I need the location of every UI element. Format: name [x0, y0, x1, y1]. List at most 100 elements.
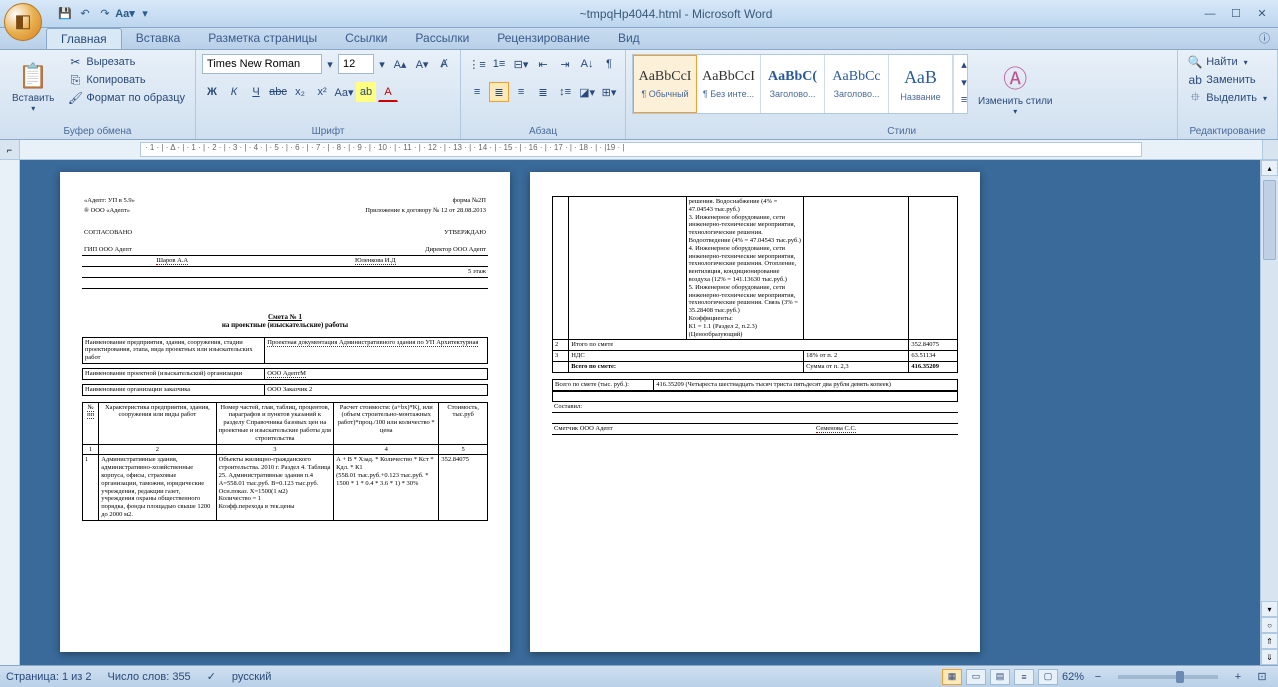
align-left-button[interactable]: ≡ [467, 82, 487, 102]
change-case-button[interactable]: Aa▾ [334, 82, 354, 102]
select-button[interactable]: ⯐Выделить▾ [1184, 90, 1271, 106]
zoom-slider-thumb[interactable] [1176, 671, 1184, 683]
minimize-button[interactable]: — [1198, 5, 1222, 23]
tab-review[interactable]: Рецензирование [483, 28, 604, 49]
document-page-1: «Адепт: УП в 5.9»форма №2П ® ООО «Адепт»… [60, 172, 510, 652]
superscript-button[interactable]: x² [312, 82, 332, 102]
status-language[interactable]: русский [232, 671, 271, 683]
zoom-fit-icon[interactable]: ⊡ [1252, 667, 1272, 687]
paste-button[interactable]: 📋 Вставить ▾ [6, 54, 60, 120]
close-button[interactable]: ✕ [1250, 5, 1274, 23]
shrink-font-icon[interactable]: A▾ [412, 54, 432, 74]
style-heading2[interactable]: AaBbCcЗаголово... [825, 55, 889, 113]
gallery-more-icon[interactable]: ≡ [954, 91, 974, 109]
italic-button[interactable]: К [224, 82, 244, 102]
tab-mailings[interactable]: Рассылки [401, 28, 483, 49]
browse-object-icon[interactable]: ○ [1261, 617, 1278, 633]
copy-button[interactable]: ⎘Копировать [64, 72, 189, 88]
tab-layout[interactable]: Разметка страницы [194, 28, 331, 49]
replace-button[interactable]: abЗаменить [1184, 72, 1271, 88]
vertical-ruler[interactable] [0, 160, 20, 665]
next-page-icon[interactable]: ⇓ [1261, 649, 1278, 665]
zoom-level[interactable]: 62% [1062, 671, 1084, 683]
style-title[interactable]: АаВНазвание [889, 55, 953, 113]
gallery-down-icon[interactable]: ▾ [954, 73, 974, 91]
font-name-input[interactable] [202, 54, 322, 74]
align-center-button[interactable]: ≣ [489, 82, 509, 102]
shading-button[interactable]: ◪▾ [577, 82, 597, 102]
highlight-button[interactable]: ab [356, 82, 376, 102]
zoom-slider[interactable] [1118, 675, 1218, 679]
ruler-tab-selector[interactable]: ⌐ [0, 140, 20, 159]
group-editing-label: Редактирование [1184, 124, 1271, 137]
zoom-in-button[interactable]: + [1228, 667, 1248, 687]
scroll-down-icon[interactable]: ▾ [1261, 601, 1278, 617]
change-styles-button[interactable]: Ⓐ Изменить стили ▾ [972, 54, 1058, 120]
zoom-out-button[interactable]: − [1088, 667, 1108, 687]
qat-more-icon[interactable]: ▾ [136, 5, 154, 23]
undo-icon[interactable]: ↶ [76, 5, 94, 23]
strike-button[interactable]: abc [268, 82, 288, 102]
status-words[interactable]: Число слов: 355 [108, 671, 191, 683]
sort-button[interactable]: A↓ [577, 54, 597, 74]
view-print-layout[interactable]: ▦ [942, 669, 962, 685]
tab-references[interactable]: Ссылки [331, 28, 401, 49]
redo-icon[interactable]: ↷ [96, 5, 114, 23]
indent-dec-button[interactable]: ⇤ [533, 54, 553, 74]
group-font-label: Шрифт [202, 124, 454, 137]
style-nospacing[interactable]: AaBbCcI¶ Без инте... [697, 55, 761, 113]
ruler-toggle[interactable] [1262, 140, 1278, 159]
office-button[interactable]: ◧ [4, 3, 42, 41]
replace-icon: ab [1188, 73, 1202, 87]
status-page[interactable]: Страница: 1 из 2 [6, 671, 92, 683]
format-painter-button[interactable]: 🖌Формат по образцу [64, 90, 189, 106]
change-styles-icon: Ⓐ [1003, 59, 1027, 94]
scroll-thumb[interactable] [1263, 180, 1276, 260]
view-outline[interactable]: ≡ [1014, 669, 1034, 685]
view-full-reading[interactable]: ▭ [966, 669, 986, 685]
view-draft[interactable]: ▢ [1038, 669, 1058, 685]
window-title: ~tmpqHp4044.html - Microsoft Word [154, 7, 1198, 21]
paste-icon: 📋 [18, 62, 48, 91]
font-color-button[interactable]: A [378, 82, 398, 102]
status-proof-icon[interactable]: ✓ [207, 670, 216, 683]
maximize-button[interactable]: ☐ [1224, 5, 1248, 23]
horizontal-ruler[interactable]: · 1 · | · Δ · | · 1 · | · 2 · | · 3 · | … [140, 142, 1142, 157]
style-gallery[interactable]: AaBbCcI¶ Обычный AaBbCcI¶ Без инте... Aa… [632, 54, 968, 114]
subscript-button[interactable]: x₂ [290, 82, 310, 102]
help-icon[interactable]: ⓘ [1251, 28, 1278, 49]
gallery-up-icon[interactable]: ▴ [954, 55, 974, 73]
group-clipboard-label: Буфер обмена [6, 124, 189, 137]
prev-page-icon[interactable]: ⇑ [1261, 633, 1278, 649]
numbering-button[interactable]: 1≡ [489, 54, 509, 74]
show-marks-button[interactable]: ¶ [599, 54, 619, 74]
grow-font-icon[interactable]: A▴ [390, 54, 410, 74]
save-icon[interactable]: 💾 [56, 5, 74, 23]
underline-button[interactable]: Ч [246, 82, 266, 102]
clear-format-icon[interactable]: Ⱥ [434, 54, 454, 74]
justify-button[interactable]: ≣ [533, 82, 553, 102]
tab-view[interactable]: Вид [604, 28, 654, 49]
document-page-2: решения. Водоснабжение (4% = 47.04543 ты… [530, 172, 980, 652]
cut-button[interactable]: ✂Вырезать [64, 54, 189, 70]
multilevel-button[interactable]: ⊟▾ [511, 54, 531, 74]
font-name-dropdown[interactable]: ▾ [324, 54, 336, 74]
borders-button[interactable]: ⊞▾ [599, 82, 619, 102]
bold-button[interactable]: Ж [202, 82, 222, 102]
align-right-button[interactable]: ≡ [511, 82, 531, 102]
bullets-button[interactable]: ⋮≡ [467, 54, 487, 74]
style-heading1[interactable]: AaBbC(Заголово... [761, 55, 825, 113]
font-size-qat[interactable]: Aa▾ [116, 5, 134, 23]
font-size-input[interactable] [338, 54, 374, 74]
find-button[interactable]: 🔍Найти▾ [1184, 54, 1271, 70]
indent-inc-button[interactable]: ⇥ [555, 54, 575, 74]
vertical-scrollbar[interactable]: ▴ ▾ ○ ⇑ ⇓ [1260, 160, 1278, 665]
scroll-up-icon[interactable]: ▴ [1261, 160, 1278, 176]
select-icon: ⯐ [1188, 91, 1202, 105]
view-web[interactable]: ▤ [990, 669, 1010, 685]
tab-home[interactable]: Главная [46, 28, 122, 49]
line-spacing-button[interactable]: ↕≡ [555, 82, 575, 102]
style-normal[interactable]: AaBbCcI¶ Обычный [633, 55, 697, 113]
font-size-dropdown[interactable]: ▾ [376, 54, 388, 74]
tab-insert[interactable]: Вставка [122, 28, 195, 49]
